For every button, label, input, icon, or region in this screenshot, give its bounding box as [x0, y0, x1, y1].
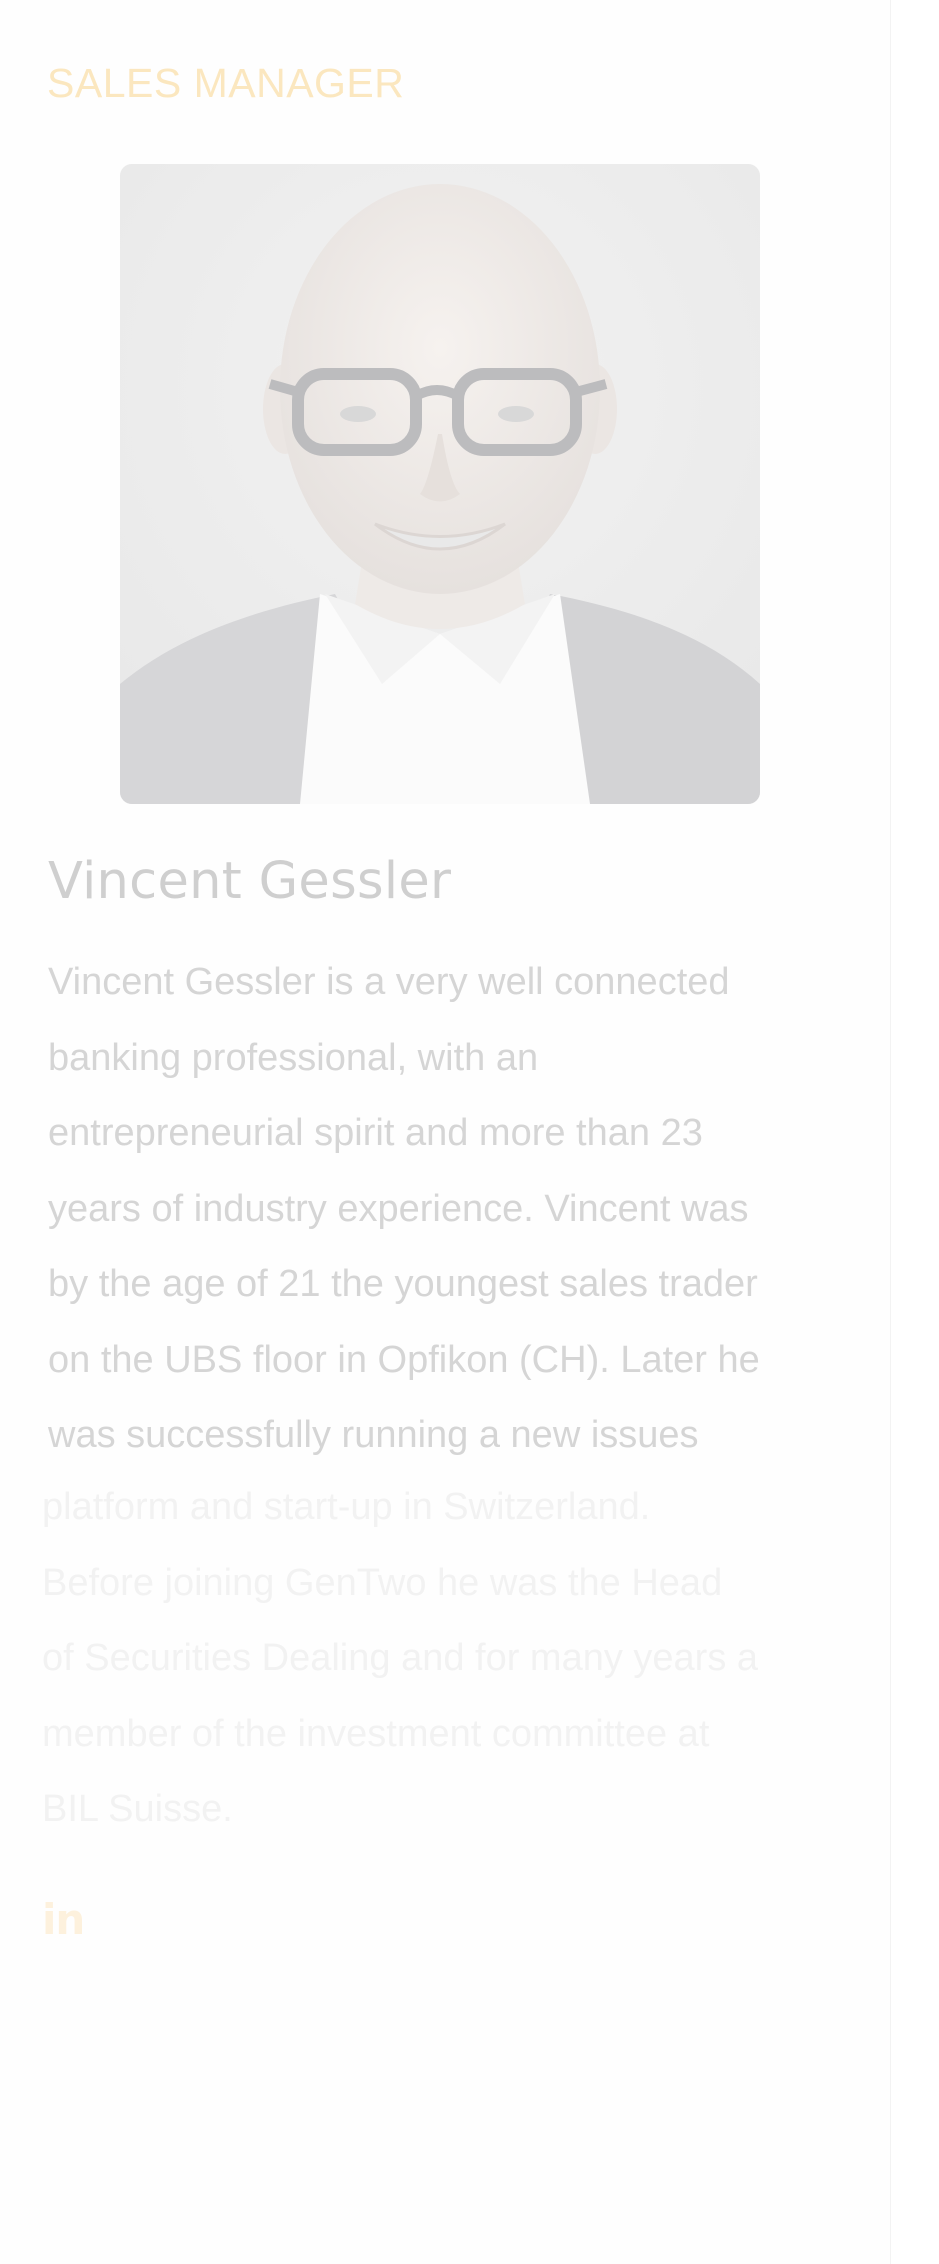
- bio-line: years of industry experience. Vincent wa…: [48, 1187, 749, 1230]
- bio-text: Vincent Gessler is a very well connected…: [48, 945, 760, 1474]
- bio-line: Vincent Gessler is a very well connected: [48, 961, 730, 1003]
- portrait-image: [120, 164, 760, 804]
- bio-line: on the UBS floor in Opfikon (CH). Later …: [48, 1338, 760, 1381]
- bio-text-faded: platform and start-up in Switzerland. Be…: [42, 1470, 758, 1848]
- bio-line-faded: of Securities Dealing and for many years…: [42, 1637, 759, 1679]
- bio-line: entrepreneurial spirit and more than 23: [48, 1112, 703, 1154]
- person-name: Vincent Gessler: [48, 852, 452, 911]
- bio-line-faded: Before joining GenTwo he was the Head: [42, 1561, 723, 1604]
- bio-line: banking professional, with an: [48, 1036, 539, 1079]
- bio-line-faded: BIL Suisse.: [42, 1788, 233, 1830]
- bio-line: was successfully running a new issues: [48, 1414, 699, 1456]
- profile-photo: [120, 164, 760, 804]
- job-title: SALES MANAGER: [47, 60, 405, 106]
- team-member-card: SALES MANAGER Vincent Gessler Vincent Ge…: [0, 0, 891, 2264]
- bio-line-faded: member of the investment committee at: [42, 1712, 710, 1755]
- bio-line-faded: platform and start-up in Switzerland.: [42, 1486, 651, 1528]
- bio-line: by the age of 21 the youngest sales trad…: [48, 1263, 758, 1305]
- linkedin-icon[interactable]: in: [42, 1895, 85, 1944]
